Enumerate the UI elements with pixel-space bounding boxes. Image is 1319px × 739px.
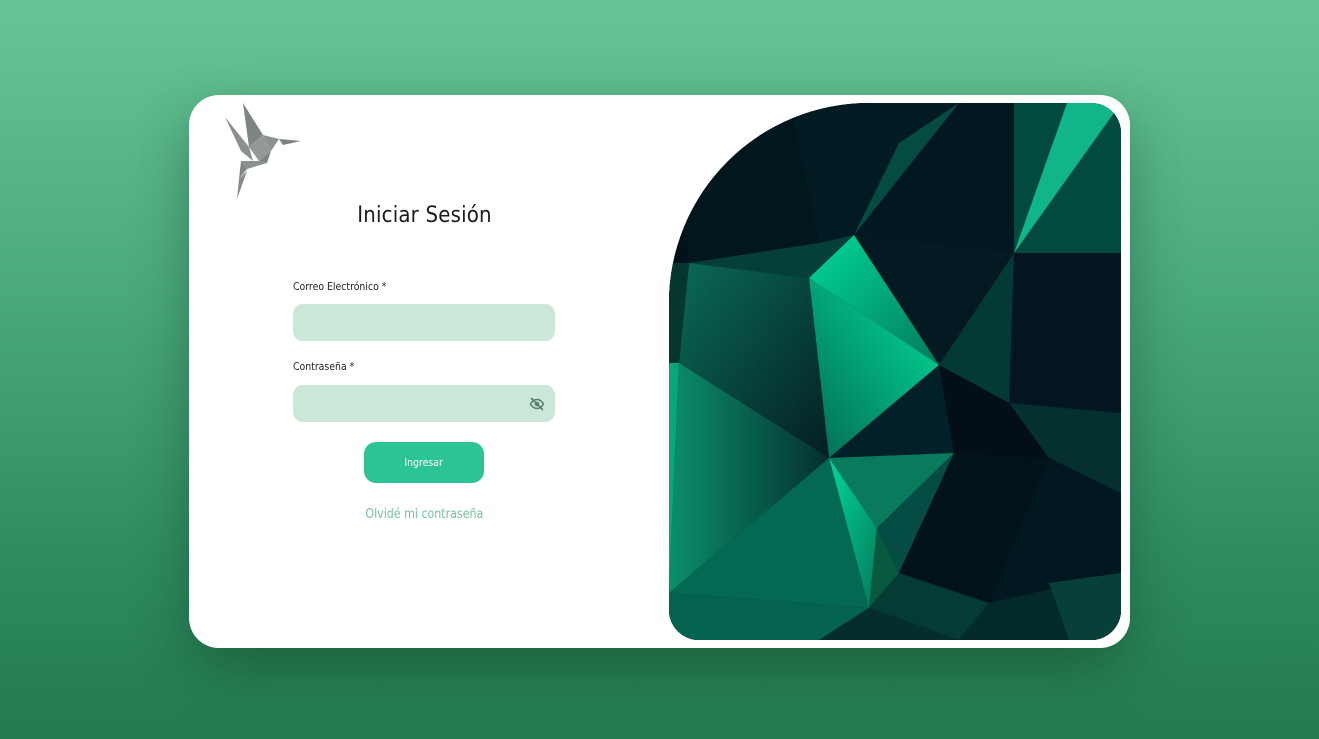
- decorative-polygon-image: [669, 103, 1121, 640]
- hummingbird-logo-icon: [225, 103, 301, 199]
- email-label: Correo Electrónico *: [293, 280, 387, 293]
- low-poly-art: [669, 103, 1121, 640]
- forgot-password-link[interactable]: Olvidé mi contraseña: [189, 507, 660, 522]
- password-label: Contraseña *: [293, 360, 355, 373]
- login-card: Iniciar Sesión Correo Electrónico * Cont…: [189, 95, 1130, 648]
- login-button[interactable]: Ingresar: [364, 442, 484, 483]
- login-button-label: Ingresar: [404, 456, 444, 469]
- forgot-password-label: Olvidé mi contraseña: [365, 507, 484, 522]
- page-title: Iniciar Sesión: [357, 203, 492, 228]
- eye-off-icon[interactable]: [529, 396, 545, 412]
- password-input[interactable]: [293, 385, 555, 422]
- email-input[interactable]: [293, 304, 555, 341]
